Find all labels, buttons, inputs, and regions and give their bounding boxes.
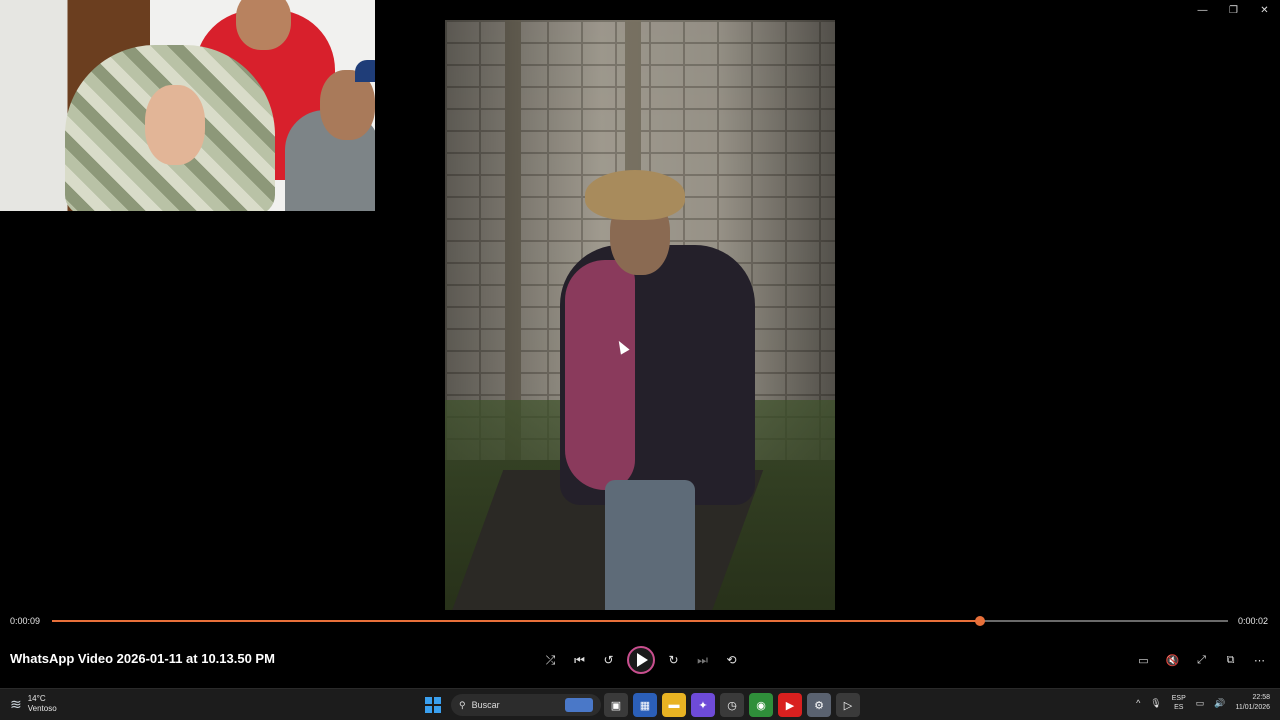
shuffle-icon[interactable]: ⤮ <box>536 646 565 674</box>
seek-bar[interactable] <box>52 616 1228 626</box>
weather-widget[interactable]: ≋ 14°C Ventoso <box>10 694 57 714</box>
transport-controls: ⤮ ⏮ ↺ ↻ ⏭ ⟲ <box>536 646 746 674</box>
system-tray: ^ 🎙 ESP ES ▭ 🔊 22:58 11/01/2026 <box>1136 693 1270 713</box>
previous-icon[interactable]: ⏮ <box>565 646 594 674</box>
settings-icon[interactable]: ⚙ <box>807 693 831 717</box>
file-explorer-icon[interactable]: ▬ <box>662 693 686 717</box>
search-placeholder: Buscar <box>471 700 500 710</box>
clock-app-icon[interactable]: ◷ <box>720 693 744 717</box>
webcam-overlay <box>0 0 375 211</box>
speaker-icon[interactable]: 🔊 <box>1214 698 1225 709</box>
next-icon[interactable]: ⏭ <box>688 646 717 674</box>
weather-temp: 14°C <box>27 694 46 703</box>
media-player-icon[interactable]: ▷ <box>836 693 860 717</box>
microphone-icon[interactable]: 🎙 <box>1150 698 1161 709</box>
video-person-shirt <box>565 260 635 490</box>
player-options: ▭ 🔇 ⤢ ⧉ ⋯ <box>1129 646 1274 674</box>
minimize-button[interactable]: — <box>1187 0 1218 20</box>
taskbar-search[interactable]: ⚲ Buscar <box>451 694 601 716</box>
play-icon <box>637 653 648 667</box>
video-frame[interactable] <box>445 20 835 610</box>
play-button[interactable] <box>627 646 655 674</box>
webcam-person-face <box>145 85 205 165</box>
forward-30-icon[interactable]: ↻ <box>659 646 688 674</box>
video-person-hat <box>585 170 685 220</box>
store-icon[interactable]: ▦ <box>633 693 657 717</box>
chevron-up-icon[interactable]: ^ <box>1136 698 1140 708</box>
lang-primary: ESP <box>1171 695 1186 702</box>
network-icon[interactable]: ▭ <box>1196 698 1205 709</box>
wind-icon: ≋ <box>10 695 22 712</box>
fullscreen-icon[interactable]: ⤢ <box>1187 646 1216 674</box>
rewind-10-icon[interactable]: ↺ <box>594 646 623 674</box>
repeat-icon[interactable]: ⟲ <box>717 646 746 674</box>
taskbar: ≋ 14°C Ventoso ⚲ Buscar ▣ ▦ ▬ ✦ ◷ ◉ ▶ ⚙ ▷ ^ 🎙 ES… <box>0 688 1280 720</box>
clock-time: 22:58 <box>1252 694 1270 701</box>
restore-button[interactable]: ❐ <box>1218 0 1249 20</box>
webcam-person-head <box>236 0 291 50</box>
elapsed-time: 0:00:09 <box>10 616 41 626</box>
close-button[interactable]: ✕ <box>1249 0 1280 20</box>
subtitles-icon[interactable]: ▭ <box>1129 646 1158 674</box>
start-button[interactable] <box>425 697 441 713</box>
clock[interactable]: 22:58 11/01/2026 <box>1235 693 1270 713</box>
language-indicator[interactable]: ESP ES <box>1172 694 1186 712</box>
search-icon: ⚲ <box>459 699 466 710</box>
copilot-icon[interactable]: ✦ <box>691 693 715 717</box>
webcam-person-cap <box>355 60 375 82</box>
search-highlight-art <box>565 698 593 712</box>
chrome-icon[interactable]: ◉ <box>749 693 773 717</box>
weather-text: 14°C Ventoso <box>28 694 57 714</box>
lang-secondary: ES <box>1174 704 1184 711</box>
pinned-apps: ▣ ▦ ▬ ✦ ◷ ◉ ▶ ⚙ ▷ <box>604 693 860 717</box>
seek-bar-fill <box>52 620 980 622</box>
remaining-time: 0:00:02 <box>1237 616 1268 626</box>
miniplayer-icon[interactable]: ⧉ <box>1216 646 1245 674</box>
youtube-icon[interactable]: ▶ <box>778 693 802 717</box>
more-options-icon[interactable]: ⋯ <box>1245 646 1274 674</box>
clock-date: 11/01/2026 <box>1235 704 1270 711</box>
window-controls: — ❐ ✕ <box>1187 0 1280 20</box>
volume-muted-icon[interactable]: 🔇 <box>1158 646 1187 674</box>
task-view-icon[interactable]: ▣ <box>604 693 628 717</box>
media-title: WhatsApp Video 2026-01-11 at 10.13.50 PM <box>10 651 275 666</box>
weather-desc: Ventoso <box>27 704 57 713</box>
seek-bar-thumb[interactable] <box>974 616 985 626</box>
video-person-legs <box>605 480 695 610</box>
